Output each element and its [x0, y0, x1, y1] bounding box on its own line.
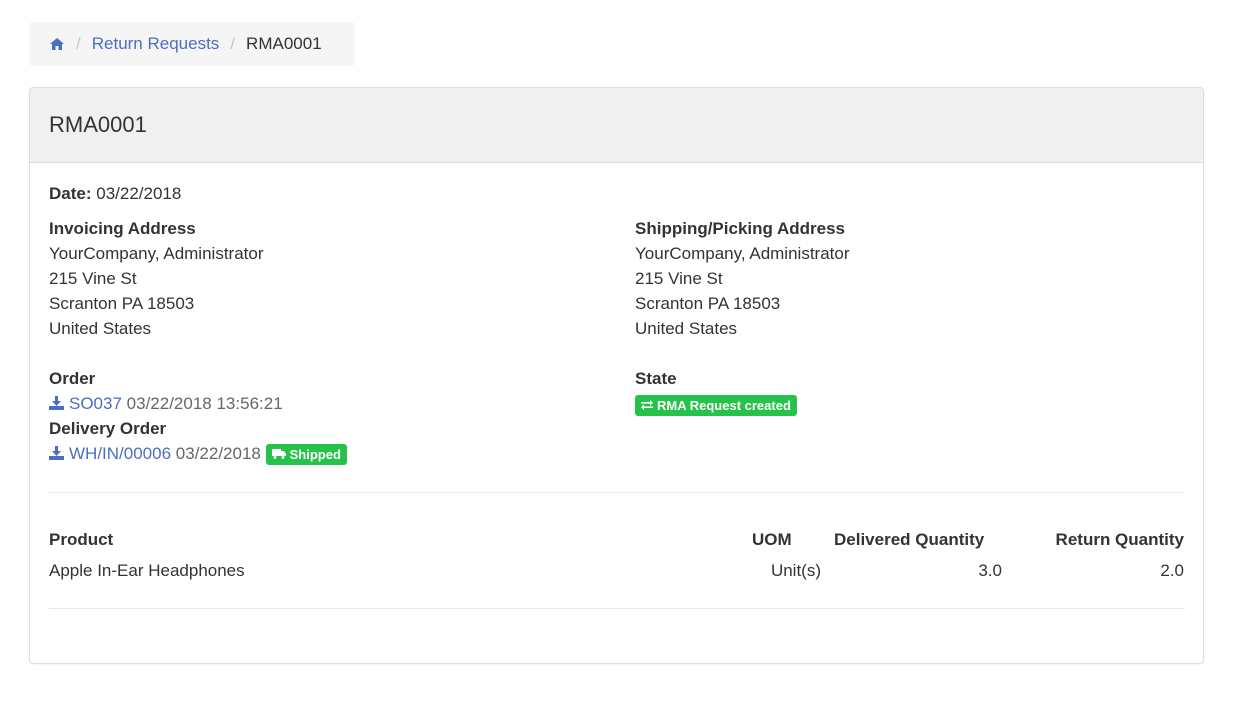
- shipped-badge-label: Shipped: [289, 447, 341, 463]
- table-cell-return-quantity: 2.0: [1160, 561, 1184, 580]
- invoicing-line: YourCompany, Administrator: [49, 244, 264, 263]
- panel-title: RMA0001: [30, 88, 1203, 163]
- state-badge: RMA Request created: [635, 395, 797, 417]
- table-cell-delivered-quantity: 3.0: [978, 561, 1002, 580]
- order-row: SO037 03/22/2018 13:56:21: [49, 391, 283, 416]
- state-heading: State: [635, 369, 677, 388]
- order-heading: Order: [49, 369, 96, 388]
- shipping-line: YourCompany, Administrator: [635, 244, 850, 263]
- download-icon: [49, 392, 64, 410]
- breadcrumb-current: RMA0001: [246, 34, 322, 53]
- date-row: Date: 03/22/2018: [49, 181, 181, 206]
- download-icon: [49, 442, 64, 460]
- invoicing-heading: Invoicing Address: [49, 219, 196, 238]
- date-label: Date:: [49, 184, 92, 203]
- date-value: 03/22/2018: [96, 184, 182, 203]
- truck-icon: [271, 442, 286, 467]
- delivery-heading: Delivery Order: [49, 419, 167, 438]
- table-row: Apple In-Ear Headphones Unit(s) 3.0 2.0: [30, 558, 1203, 583]
- delivery-order-link[interactable]: WH/IN/00006: [69, 444, 171, 463]
- delivery-row: WH/IN/00006 03/22/2018 Shipped: [49, 441, 347, 466]
- breadcrumb: / Return Requests / RMA0001: [29, 22, 355, 66]
- divider: [49, 492, 1185, 493]
- breadcrumb-separator: /: [76, 34, 81, 53]
- shipping-line: United States: [635, 319, 738, 338]
- table-cell-uom: Unit(s): [770, 561, 821, 580]
- table-header-return-quantity: Return Quantity: [1055, 530, 1184, 549]
- order-datetime: 03/22/2018 13:56:21: [126, 394, 283, 413]
- invoicing-line: United States: [49, 319, 152, 338]
- table-header-uom: UOM: [752, 530, 792, 549]
- rma-panel: RMA0001 Date: 03/22/2018 Invoicing Addre…: [29, 87, 1204, 664]
- invoicing-line: 215 Vine St: [49, 269, 137, 288]
- breadcrumb-separator: /: [230, 34, 236, 53]
- divider: [49, 608, 1185, 609]
- home-icon[interactable]: [49, 36, 65, 52]
- invoicing-line: Scranton PA 18503: [49, 294, 195, 313]
- table-header-delivered-quantity: Delivered Quantity: [834, 530, 985, 549]
- exchange-icon: [641, 398, 653, 413]
- order-link[interactable]: SO037: [69, 394, 122, 413]
- table-header-product: Product: [49, 530, 114, 549]
- state-row: RMA Request created: [635, 395, 797, 417]
- shipped-badge: Shipped: [265, 442, 347, 467]
- table-cell-product: Apple In-Ear Headphones: [49, 561, 245, 580]
- shipping-line: 215 Vine St: [635, 269, 723, 288]
- state-badge-label: RMA Request created: [657, 398, 791, 414]
- breadcrumb-return-requests-link[interactable]: Return Requests: [92, 34, 220, 54]
- shipping-line: Scranton PA 18503: [635, 294, 781, 313]
- delivery-date: 03/22/2018: [175, 444, 261, 463]
- shipping-heading: Shipping/Picking Address: [635, 219, 846, 238]
